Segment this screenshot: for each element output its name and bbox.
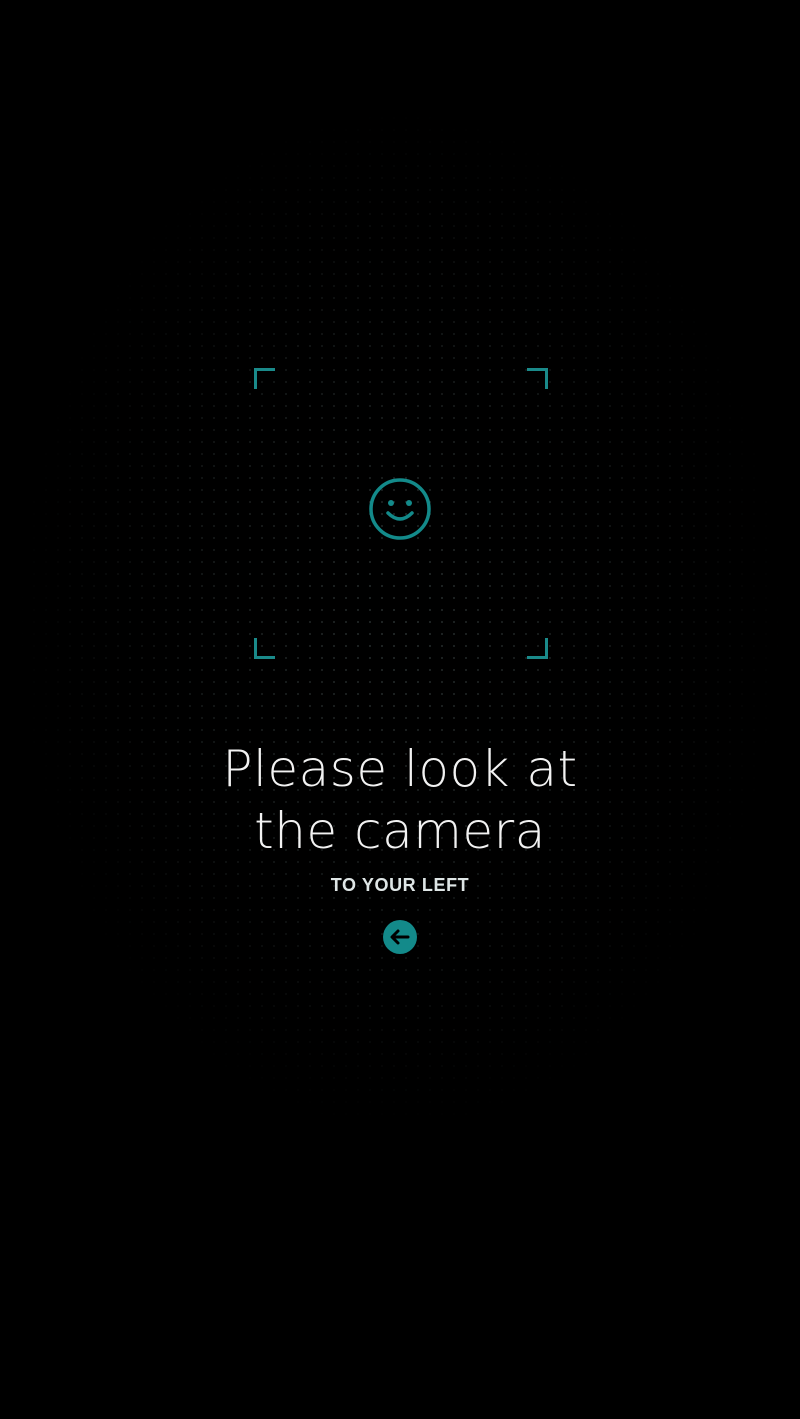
instruction-line-1: Please look at — [222, 740, 578, 798]
smiley-face-icon — [369, 478, 431, 540]
dot-grid-background — [0, 0, 800, 1419]
viewfinder-corner-top-right — [527, 368, 548, 389]
camera-prompt-screen: Please look at the camera TO YOUR LEFT — [0, 0, 800, 1419]
instruction-heading: Please look at the camera — [100, 738, 700, 862]
viewfinder-corner-bottom-right — [527, 638, 548, 659]
viewfinder-corner-bottom-left — [254, 638, 275, 659]
direction-label: TO YOUR LEFT — [330, 875, 470, 895]
arrow-left-icon — [390, 929, 410, 945]
viewfinder-corner-top-left — [254, 368, 275, 389]
instruction-line-2: the camera — [254, 802, 546, 860]
direction-indicator — [383, 920, 417, 954]
